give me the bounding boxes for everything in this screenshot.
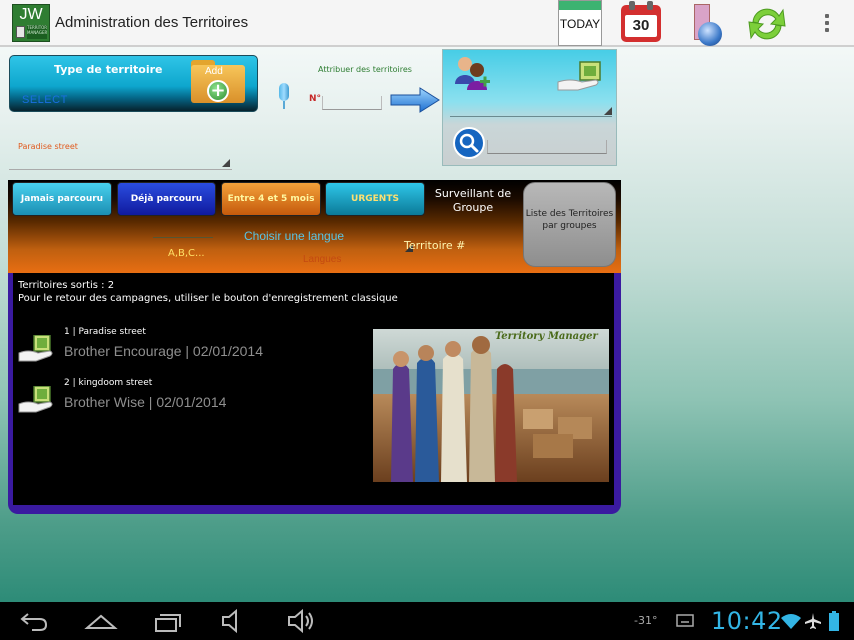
app-logo-subtext: TERRITORY MANAGER xyxy=(27,25,47,39)
painting-title: Territory Manager xyxy=(495,331,598,342)
search-icon[interactable] xyxy=(453,127,485,159)
langue-title[interactable]: Choisir une langue xyxy=(244,229,344,243)
hand-map-icon[interactable] xyxy=(556,60,606,92)
deja-parcouru-button[interactable]: Déjà parcouru xyxy=(117,182,216,216)
number-label: N° xyxy=(309,94,322,104)
number-input[interactable] xyxy=(322,96,382,110)
territory-painting xyxy=(373,329,609,482)
globe-book-button[interactable] xyxy=(692,4,726,46)
volume-up-icon[interactable] xyxy=(286,608,318,634)
add-label: Add xyxy=(205,66,223,77)
territoire-number-label[interactable]: Territoire # xyxy=(404,239,465,252)
liste-territoires-button[interactable]: Liste des Territoires par groupes xyxy=(523,182,616,267)
app-logo-text: JW xyxy=(19,6,43,23)
calendar-bar xyxy=(559,1,601,10)
calendar-30-button[interactable]: 30 xyxy=(621,1,661,42)
item-title: 1 | Paradise street xyxy=(64,327,146,337)
street-value: Paradise street xyxy=(18,142,78,151)
home-icon[interactable] xyxy=(84,608,118,634)
temperature-label: -31° xyxy=(634,614,658,627)
app-logo-icon[interactable]: JW TERRITORY MANAGER xyxy=(12,4,50,42)
entre-4-5-mois-button[interactable]: Entre 4 et 5 mois xyxy=(221,182,321,216)
calendar-day: 30 xyxy=(625,15,657,37)
calendar-ring-icon xyxy=(647,1,653,10)
add-folder-button[interactable]: Add + xyxy=(191,60,245,105)
microphone-icon[interactable] xyxy=(276,83,292,111)
type-territoire-label: Type de territoire xyxy=(54,63,163,76)
arrow-right-icon[interactable] xyxy=(390,87,440,113)
item-title: 2 | kingdoom street xyxy=(64,378,153,388)
today-label: TODAY xyxy=(559,17,601,31)
airplane-icon xyxy=(805,613,821,629)
document-icon xyxy=(16,26,25,38)
spinner-arrow-icon xyxy=(222,159,230,167)
jamais-parcouru-button[interactable]: Jamais parcouru xyxy=(12,182,112,216)
recent-apps-icon[interactable] xyxy=(152,608,184,634)
app-title: Administration des Territoires xyxy=(55,14,249,31)
search-input[interactable] xyxy=(487,140,607,154)
sync-button[interactable] xyxy=(745,2,789,46)
sortis-count: Territoires sortis : 2 xyxy=(18,280,115,291)
list-item[interactable]: 2 | kingdoom street Brother Wise | 02/01… xyxy=(18,378,358,424)
today-button[interactable]: TODAY xyxy=(558,0,602,46)
clock: 10:42 xyxy=(711,607,783,635)
attribuer-label: Attribuer des territoires xyxy=(318,65,412,74)
wifi-icon xyxy=(781,614,801,629)
volume-down-icon[interactable] xyxy=(220,608,248,634)
hand-map-icon xyxy=(18,335,53,362)
list-item[interactable]: 1 | Paradise street Brother Encourage | … xyxy=(18,327,358,373)
plus-icon: + xyxy=(207,80,229,102)
divider xyxy=(450,116,612,117)
calendar-ring-icon xyxy=(629,1,635,10)
item-subtitle: Brother Encourage | 02/01/2014 xyxy=(64,343,264,359)
spinner-arrow-icon xyxy=(604,107,612,115)
overflow-menu-icon[interactable] xyxy=(822,14,832,36)
type-select-value[interactable]: SELECT xyxy=(22,94,68,106)
surveillant-groupe-label[interactable]: Surveillant de Groupe xyxy=(428,187,518,215)
langue-spinner[interactable]: Langues xyxy=(303,254,341,265)
battery-icon xyxy=(829,611,839,631)
add-user-icon[interactable] xyxy=(452,54,492,94)
back-icon[interactable] xyxy=(18,608,50,634)
urgents-button[interactable]: URGENTS xyxy=(325,182,425,216)
globe-icon xyxy=(698,22,722,46)
abc-placeholder: A,B,C... xyxy=(168,248,205,259)
retour-instruction: Pour le retour des campagnes, utiliser l… xyxy=(18,293,398,304)
hand-map-icon xyxy=(18,386,53,413)
item-subtitle: Brother Wise | 02/01/2014 xyxy=(64,394,227,410)
keyboard-icon xyxy=(676,614,694,627)
sync-icon xyxy=(748,8,786,40)
